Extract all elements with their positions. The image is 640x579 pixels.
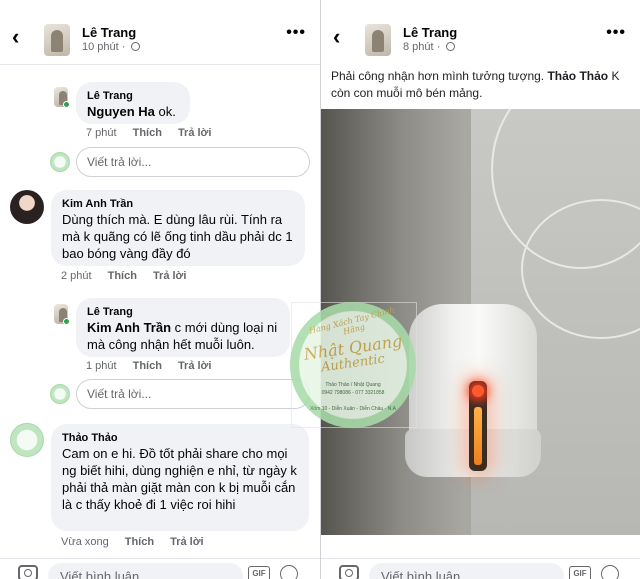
avatar (50, 152, 70, 172)
online-indicator (63, 318, 70, 325)
gif-icon[interactable]: GIF (248, 566, 270, 579)
header-divider (0, 64, 320, 65)
comment-author[interactable]: Kim Anh Trần (62, 197, 294, 211)
post-time: 8 phút · (403, 41, 456, 53)
avatar[interactable] (10, 423, 44, 457)
comment-meta: 7 phút Thích Trả lời (86, 127, 227, 139)
comment-bubble: Kim Anh Trần Dùng thích mà. E dùng lâu r… (51, 190, 305, 266)
reply-button[interactable]: Trả lời (178, 127, 212, 139)
sticker-icon[interactable] (601, 565, 619, 579)
back-arrow-icon[interactable]: ‹ (12, 26, 19, 48)
globe-icon (131, 42, 141, 51)
post-text: Phải công nhận hơn mình tưởng tượng. Thả… (331, 68, 631, 102)
post-header: ‹ Lê Trang 8 phút · ••• (321, 0, 640, 64)
back-arrow-icon[interactable]: ‹ (333, 26, 340, 48)
comment-body: Dùng thích mà. E dùng lâu rùi. Tính ra m… (62, 212, 293, 261)
comment-text: Kim Anh Trần c mới dùng loại ni mà công … (87, 319, 279, 353)
like-button[interactable]: Thích (133, 127, 162, 139)
post-time-text: 10 phút (82, 41, 119, 53)
comment-bubble: Thảo Thảo Cam on e hi. Đồ tốt phải share… (51, 424, 309, 531)
reply-button[interactable]: Trả lời (170, 536, 204, 548)
comment-input[interactable]: Viết bình luận... (48, 563, 243, 579)
like-button[interactable]: Thích (133, 360, 162, 372)
comment-author[interactable]: Thảo Thảo (62, 431, 298, 445)
author-name[interactable]: Lê Trang (82, 25, 136, 40)
avatar (50, 384, 70, 404)
post-header: ‹ Lê Trang 10 phút · ••• (0, 0, 320, 64)
comment-meta: 1 phút Thích Trả lời (86, 360, 227, 372)
comment-body: ok. (154, 104, 176, 119)
comment-time: 1 phút (86, 360, 117, 372)
mention[interactable]: Nguyen Ha (87, 104, 155, 119)
comment-meta: Vừa xong Thích Trả lời (61, 536, 220, 548)
mention[interactable]: Thảo Thảo (547, 69, 608, 83)
post-text-part: Phải công nhận hơn mình tưởng tượng. (331, 69, 548, 83)
reply-button[interactable]: Trả lời (178, 360, 212, 372)
mention[interactable]: Kim Anh Trần (87, 320, 171, 335)
like-button[interactable]: Thích (108, 270, 137, 282)
comment-meta: 2 phút Thích Trả lời (61, 270, 202, 282)
globe-icon (446, 42, 456, 51)
comment-time: Vừa xong (61, 536, 109, 548)
camera-icon[interactable] (18, 565, 38, 579)
avatar[interactable] (10, 190, 44, 224)
watermark-phones: 0942 798086 - 077 3321858 (321, 390, 385, 396)
comment-bubble: Lê Trang Nguyen Ha ok. (76, 82, 190, 124)
watermark-address: Xóm 10 - Diễn Xuân - Diễn Châu - N.A (310, 406, 396, 412)
post-time-text: 8 phút (403, 41, 434, 53)
comment-time: 2 phút (61, 270, 92, 282)
online-indicator (63, 101, 70, 108)
comment-bubble: Lê Trang Kim Anh Trần c mới dùng loại ni… (76, 298, 290, 357)
more-dots-icon[interactable]: ••• (606, 25, 626, 41)
comment-time: 7 phút (86, 127, 117, 139)
comment-input[interactable]: Viết bình luận... (369, 563, 564, 579)
comment-author[interactable]: Lê Trang (87, 305, 279, 319)
post-time: 10 phút · (82, 41, 141, 53)
like-button[interactable]: Thích (125, 536, 154, 548)
reply-button[interactable]: Trả lời (153, 270, 187, 282)
author-avatar[interactable] (44, 24, 70, 56)
camera-icon[interactable] (339, 565, 359, 579)
comment-text: Nguyen Ha ok. (87, 103, 179, 120)
comment-bar: Viết bình luận... GIF (321, 558, 640, 579)
gif-icon[interactable]: GIF (569, 566, 591, 579)
reply-input[interactable]: Viết trả lời... (76, 379, 310, 409)
more-dots-icon[interactable]: ••• (286, 25, 306, 41)
author-name[interactable]: Lê Trang (403, 25, 457, 40)
reply-input[interactable]: Viết trả lời... (76, 147, 310, 177)
device-light (469, 381, 487, 471)
watermark-owner: Thảo Thảo / Nhật Quang (325, 382, 381, 388)
comment-bar: Viết bình luận... GIF (0, 558, 320, 579)
comment-author[interactable]: Lê Trang (87, 89, 179, 103)
comments-panel-left: ‹ Lê Trang 10 phút · ••• Lê Trang Nguyen… (0, 0, 320, 579)
sticker-icon[interactable] (280, 565, 298, 579)
post-panel-right: ‹ Lê Trang 8 phút · ••• Phải công nhận h… (320, 0, 640, 579)
author-avatar[interactable] (365, 24, 391, 56)
comment-body: Cam on e hi. Đồ tốt phải share cho mọi n… (62, 446, 297, 512)
shop-watermark: Hàng Xách Tay Chính Hãng Nhật Quang Auth… (290, 302, 416, 428)
